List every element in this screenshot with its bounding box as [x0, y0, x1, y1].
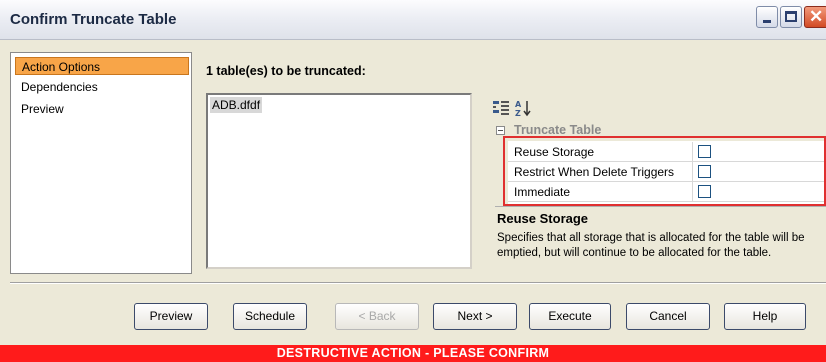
close-icon: ✕ [809, 7, 824, 26]
description-text: Specifies that all storage that is alloc… [497, 232, 805, 259]
collapse-toggle-icon[interactable] [496, 126, 505, 135]
confirm-truncate-dialog: Confirm Truncate Table ✕ Action Options … [0, 0, 826, 362]
property-label: Immediate [514, 185, 571, 199]
description-pane: Reuse Storage Specifies that all storage… [495, 206, 826, 270]
reuse-storage-checkbox[interactable] [698, 145, 711, 158]
list-item[interactable]: ADB.dfdf [210, 97, 263, 113]
svg-text:Z: Z [515, 109, 521, 117]
column-divider [692, 182, 693, 202]
category-label: Truncate Table [514, 123, 602, 137]
close-button[interactable]: ✕ [804, 6, 826, 28]
maximize-icon [785, 11, 797, 22]
property-row-restrict-triggers[interactable]: Restrict When Delete Triggers [508, 162, 826, 182]
restrict-triggers-checkbox[interactable] [698, 165, 711, 178]
categorized-view-icon[interactable] [492, 99, 510, 117]
minimize-icon [763, 20, 771, 23]
help-button[interactable]: Help [724, 303, 806, 330]
minimize-button[interactable] [756, 6, 778, 28]
options-nav: Action Options Dependencies Preview [10, 52, 192, 274]
tables-listbox[interactable]: ADB.dfdf [206, 93, 472, 269]
sort-alphabetical-icon[interactable]: A Z [515, 99, 533, 117]
nav-item-dependencies[interactable]: Dependencies [15, 78, 189, 96]
window-title: Confirm Truncate Table [10, 11, 177, 28]
button-separator [10, 282, 826, 284]
property-row-immediate[interactable]: Immediate [508, 182, 826, 202]
svg-text:A: A [515, 100, 522, 109]
execute-button[interactable]: Execute [529, 303, 611, 330]
property-label: Restrict When Delete Triggers [514, 165, 675, 179]
column-divider [692, 142, 693, 162]
tables-heading: 1 table(es) to be truncated: [206, 64, 366, 78]
description-title: Reuse Storage [497, 211, 589, 226]
nav-item-preview[interactable]: Preview [15, 100, 189, 118]
next-button[interactable]: Next > [433, 303, 517, 330]
column-divider [692, 162, 693, 182]
back-button[interactable]: < Back [335, 303, 419, 330]
preview-button[interactable]: Preview [134, 303, 208, 330]
title-bar[interactable]: Confirm Truncate Table ✕ [0, 0, 826, 40]
maximize-button[interactable] [780, 6, 802, 28]
nav-item-action-options[interactable]: Action Options [15, 57, 189, 75]
schedule-button[interactable]: Schedule [233, 303, 307, 330]
property-label: Reuse Storage [514, 145, 595, 159]
immediate-checkbox[interactable] [698, 185, 711, 198]
destructive-warning-banner: DESTRUCTIVE ACTION - PLEASE CONFIRM [0, 345, 826, 362]
property-row-reuse-storage[interactable]: Reuse Storage [508, 142, 826, 162]
property-grid: Reuse Storage Restrict When Delete Trigg… [508, 141, 826, 204]
cancel-button[interactable]: Cancel [626, 303, 710, 330]
